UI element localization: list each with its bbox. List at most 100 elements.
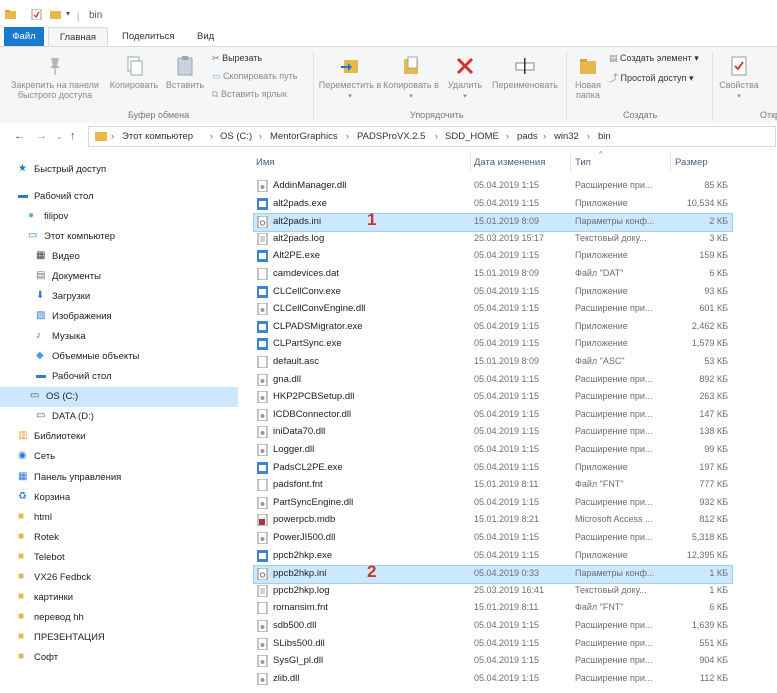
file-type: Расширение при... xyxy=(575,303,653,314)
easy-access-button[interactable]: ⤴ Простой доступ ▾ xyxy=(609,71,693,84)
rename-button[interactable]: Переименовать xyxy=(486,55,564,90)
file-row[interactable]: ppcb2hkp.log 25.03.2019 16:41 Текстовый до… xyxy=(254,583,732,600)
nav-item[interactable]: ■ картинки xyxy=(18,588,238,608)
file-row[interactable]: CLPartSync.exe 05.04.2019 1:15 Приложение 1… xyxy=(254,336,732,353)
file-row[interactable]: ppcb2hkp.ini 05.04.2019 0:33 Параметры кон… xyxy=(253,565,733,585)
nav-item[interactable]: ▭ DATA (D:) xyxy=(36,407,256,427)
file-row[interactable]: SysGl_pl.dll 05.04.2019 1:15 Расширение пр… xyxy=(254,653,732,670)
cut-button[interactable]: ✂ Вырезать xyxy=(212,53,262,64)
paste-button[interactable]: Вставить xyxy=(162,55,208,90)
file-row[interactable]: PowerJI500.dll 05.04.2019 1:15 Расширение … xyxy=(254,530,732,547)
column-divider[interactable] xyxy=(470,154,471,172)
file-row[interactable]: HKP2PCBSetup.dll 05.04.2019 1:15 Расширени… xyxy=(254,389,732,406)
breadcrumb-pads[interactable]: pads xyxy=(517,131,538,142)
breadcrumb-os-c[interactable]: OS (C:) xyxy=(220,131,252,142)
nav-item[interactable]: ■ Софт xyxy=(18,648,238,668)
file-row[interactable]: Alt2PE.exe 05.04.2019 1:15 Приложение 159 К… xyxy=(254,248,732,265)
breadcrumb-this-pc[interactable]: Этот компьютер xyxy=(122,131,193,142)
column-date[interactable]: Дата изменения xyxy=(474,157,545,168)
new-folder-icon[interactable] xyxy=(50,9,61,20)
breadcrumb-padsprovx[interactable]: PADSProVX.2.5 xyxy=(357,131,425,142)
file-row[interactable]: PartSyncEngine.dll 05.04.2019 1:15 Расшире… xyxy=(254,495,732,512)
nav-item[interactable]: ▦ Видео xyxy=(36,247,256,267)
tab-view[interactable]: Вид xyxy=(191,27,220,46)
tab-home[interactable]: Главная xyxy=(48,27,108,47)
column-divider[interactable] xyxy=(670,154,671,172)
tab-share[interactable]: Поделиться xyxy=(116,27,180,46)
nav-item[interactable]: ★ Быстрый доступ xyxy=(18,160,238,180)
chevron-down-icon[interactable]: ▾ xyxy=(66,9,70,18)
pin-quick-access-button[interactable]: Закрепить на панели быстрого доступа xyxy=(6,55,104,100)
column-size[interactable]: Размер xyxy=(675,157,708,168)
move-to-button[interactable]: Переместить в ▾ xyxy=(318,55,382,102)
file-row[interactable]: camdevices.dat 15.01.2019 8:09 Файл "DAT" 6… xyxy=(254,266,732,283)
nav-item[interactable]: ■ html xyxy=(18,508,238,528)
nav-item[interactable]: ■ перевод hh xyxy=(18,608,238,628)
file-row[interactable]: AddinManager.dll 05.04.2019 1:15 Расширени… xyxy=(254,178,732,195)
file-row[interactable]: padsfont.fnt 15.01.2019 8:11 Файл "FNT" 777… xyxy=(254,477,732,494)
file-row[interactable]: CLPADSMigrator.exe 05.04.2019 1:15 Приложе… xyxy=(254,319,732,336)
breadcrumb-bin[interactable]: bin xyxy=(598,131,611,142)
back-arrow-icon[interactable]: ← xyxy=(14,130,25,142)
file-row[interactable]: CLCellConvEngine.dll 05.04.2019 1:15 Расши… xyxy=(254,301,732,318)
recent-locations-icon[interactable]: ⌄ xyxy=(56,132,63,141)
new-folder-button[interactable]: Новая папка xyxy=(569,55,607,100)
nav-item[interactable]: ▬ Рабочий стол xyxy=(18,187,238,207)
file-row[interactable]: alt2pads.log 25.03.2019 15:17 Текстовый до… xyxy=(254,231,732,248)
nav-item[interactable]: ● filipov xyxy=(28,207,248,227)
nav-item[interactable]: ▤ Документы xyxy=(36,267,256,287)
file-date: 05.04.2019 1:15 xyxy=(474,637,540,648)
copy-path-button[interactable]: ▭ Скопировать путь xyxy=(212,71,297,82)
nav-item[interactable]: ▭ Этот компьютер xyxy=(28,227,248,247)
file-row[interactable]: Logger.dll 05.04.2019 1:15 Расширение при.… xyxy=(254,442,732,459)
properties-icon[interactable] xyxy=(31,9,42,20)
nav-item[interactable]: ▧ Изображения xyxy=(36,307,256,327)
nav-item[interactable]: ◉ Сеть xyxy=(18,447,238,467)
copy-button[interactable]: Копировать xyxy=(106,55,162,90)
forward-arrow-icon[interactable]: → xyxy=(36,130,47,142)
breadcrumb-win32[interactable]: win32 xyxy=(554,131,579,142)
file-row[interactable]: ICDBConnector.dll 05.04.2019 1:15 Расширен… xyxy=(254,407,732,424)
chevron-down-icon: ▾ xyxy=(463,93,467,100)
file-row[interactable]: alt2pads.ini 15.01.2019 8:09 Параметры кон… xyxy=(253,213,733,233)
paste-shortcut-button[interactable]: ⧉ Вставить ярлык xyxy=(212,89,287,100)
column-type[interactable]: Тип xyxy=(575,157,591,168)
nav-item[interactable]: ♪ Музыка xyxy=(36,327,256,347)
file-row[interactable]: iniData70.dll 05.04.2019 1:15 Расширение п… xyxy=(254,424,732,441)
file-row[interactable]: gna.dll 05.04.2019 1:15 Расширение при... 8… xyxy=(254,372,732,389)
column-divider[interactable] xyxy=(570,154,571,172)
nav-item[interactable]: ▥ Библиотеки xyxy=(18,427,238,447)
nav-item[interactable]: ■ ПРЕЗЕНТАЦИЯ xyxy=(18,628,238,648)
column-name[interactable]: Имя xyxy=(256,157,275,168)
breadcrumb-sdd-home[interactable]: SDD_HOME xyxy=(445,131,499,142)
file-row[interactable]: powerpcb.mdb 15.01.2019 8:21 Microsoft Acc… xyxy=(254,512,732,529)
new-item-button[interactable]: ▤ Создать элемент ▾ xyxy=(609,53,699,64)
file-row[interactable]: romansim.fnt 15.01.2019 8:11 Файл "FNT" 6 К… xyxy=(254,600,732,617)
delete-button[interactable]: Удалить ▾ xyxy=(444,55,486,102)
copy-to-button[interactable]: Копировать в ▾ xyxy=(382,55,440,102)
nav-item[interactable]: ▭ OS (C:) xyxy=(0,387,238,407)
nav-item-label: DATA (D:) xyxy=(52,411,94,422)
nav-item-label: ПРЕЗЕНТАЦИЯ xyxy=(34,632,105,643)
nav-item[interactable]: ▬ Рабочий стол xyxy=(36,367,256,387)
file-row[interactable]: PadsCL2PE.exe 05.04.2019 1:15 Приложение 19… xyxy=(254,460,732,477)
tab-file[interactable]: Файл xyxy=(4,27,44,46)
file-row[interactable]: CLCellConv.exe 05.04.2019 1:15 Приложение 9… xyxy=(254,284,732,301)
address-input[interactable]: › Этот компьютер › OS (C:) › MentorGraph… xyxy=(88,126,776,147)
properties-button[interactable]: Свойства ▾ xyxy=(715,55,763,102)
nav-item[interactable]: ♻ Корзина xyxy=(18,488,238,508)
nav-item[interactable]: ▦ Панель управления xyxy=(18,468,238,488)
up-arrow-icon[interactable]: ↑ xyxy=(70,130,76,142)
file-row[interactable]: SLibs500.dll 05.04.2019 1:15 Расширение пр… xyxy=(254,636,732,653)
file-row[interactable]: ppcb2hkp.exe 05.04.2019 1:15 Приложение 12,… xyxy=(254,548,732,565)
nav-item[interactable]: ◆ Объемные объекты xyxy=(36,347,256,367)
nav-item[interactable]: ■ Telebot xyxy=(18,548,238,568)
file-row[interactable]: default.asc 15.01.2019 8:09 Файл "ASC" 53 К… xyxy=(254,354,732,371)
file-row[interactable]: alt2pads.exe 05.04.2019 1:15 Приложение 10,… xyxy=(254,196,732,213)
nav-item[interactable]: ■ Rotek xyxy=(18,528,238,548)
file-row[interactable]: zlib.dll 05.04.2019 1:15 Расширение при...… xyxy=(254,671,732,688)
file-row[interactable]: sdb500.dll 05.04.2019 1:15 Расширение при.… xyxy=(254,618,732,635)
nav-item[interactable]: ⬇ Загрузки xyxy=(36,287,256,307)
breadcrumb-mentorgraphics[interactable]: MentorGraphics xyxy=(270,131,338,142)
nav-item[interactable]: ■ VX26 Fedbck xyxy=(18,568,238,588)
